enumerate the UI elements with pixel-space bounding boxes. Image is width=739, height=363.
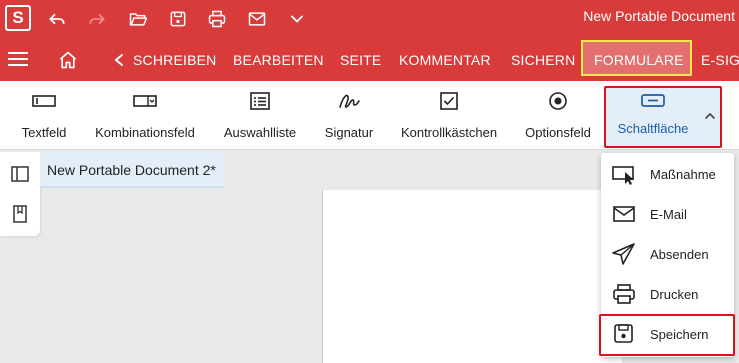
tab-sichern[interactable]: SICHERN	[511, 52, 575, 68]
signature-tool-label: Signatur	[324, 125, 374, 140]
undo-icon[interactable]	[46, 8, 68, 30]
signature-icon	[320, 89, 378, 113]
textfield-tool-button[interactable]: Textfeld	[14, 89, 74, 145]
tab-formulare[interactable]: FORMULARE	[594, 52, 684, 68]
tab-e-sign[interactable]: E-SIGN	[701, 52, 739, 68]
document-page[interactable]	[322, 190, 622, 363]
tab-bearbeiten[interactable]: BEARBEITEN	[233, 52, 324, 68]
speichern-highlight-box	[599, 314, 735, 356]
signature-tool-button[interactable]: Signatur	[320, 89, 378, 145]
dropdown-item-massnahme[interactable]: Maßnahme	[601, 154, 734, 194]
combobox-icon	[92, 89, 198, 113]
listbox-icon	[220, 89, 300, 113]
checkbox-tool-button[interactable]: Kontrollkästchen	[397, 89, 501, 145]
combobox-tool-label: Kombinationsfeld	[95, 125, 195, 140]
dropdown-item-drucken[interactable]: Drucken	[601, 274, 734, 314]
hamburger-menu-icon[interactable]	[8, 52, 28, 68]
print-icon[interactable]	[206, 8, 228, 30]
listbox-tool-button[interactable]: Auswahlliste	[220, 89, 300, 145]
panel-toggle-icon[interactable]	[10, 164, 30, 184]
dropdown-item-label: Maßnahme	[650, 167, 716, 182]
tab-schreiben[interactable]: SCHREIBEN	[133, 52, 216, 68]
checkbox-tool-label: Kontrollkästchen	[400, 125, 498, 140]
dropdown-item-absenden[interactable]: Absenden	[601, 234, 734, 274]
home-icon[interactable]	[58, 50, 78, 70]
listbox-tool-label: Auswahlliste	[223, 125, 297, 140]
button-tool-label: Schaltfläche	[617, 121, 689, 136]
dropdown-item-label: Absenden	[650, 247, 709, 262]
radio-icon	[522, 89, 594, 113]
bookmark-icon[interactable]	[10, 204, 30, 224]
side-rail	[0, 152, 40, 236]
dropdown-item-email[interactable]: E-Mail	[601, 194, 734, 234]
window-title: New Portable Document	[583, 8, 735, 24]
send-icon	[611, 242, 637, 266]
dropdown-item-label: E-Mail	[650, 207, 687, 222]
redo-icon[interactable]	[86, 8, 108, 30]
open-folder-icon[interactable]	[127, 8, 149, 30]
button-icon	[640, 92, 666, 110]
textfield-icon	[14, 89, 74, 113]
print-icon	[611, 282, 637, 306]
title-bar: S New Portable Document	[0, 0, 739, 37]
workspace-background	[0, 190, 322, 363]
tab-seite[interactable]: SEITE	[340, 52, 381, 68]
save-icon[interactable]	[167, 8, 189, 30]
scroll-left-icon[interactable]	[113, 53, 125, 67]
radio-tool-button[interactable]: Optionsfeld	[522, 89, 594, 145]
textfield-tool-label: Textfeld	[21, 125, 67, 140]
chevron-up-icon[interactable]	[703, 108, 717, 119]
chevron-down-icon[interactable]	[286, 8, 308, 30]
checkbox-icon	[397, 89, 501, 113]
radio-tool-label: Optionsfeld	[525, 125, 591, 140]
dropdown-item-label: Drucken	[650, 287, 699, 302]
document-tab-label: New Portable Document 2*	[47, 162, 216, 178]
action-cursor-icon	[611, 162, 637, 186]
document-tab[interactable]: New Portable Document 2*	[40, 152, 223, 188]
combobox-tool-button[interactable]: Kombinationsfeld	[92, 89, 198, 145]
email-icon	[611, 202, 637, 226]
tab-kommentar[interactable]: KOMMENTAR	[399, 52, 491, 68]
app-logo[interactable]: S	[5, 5, 31, 31]
email-icon[interactable]	[246, 8, 268, 30]
